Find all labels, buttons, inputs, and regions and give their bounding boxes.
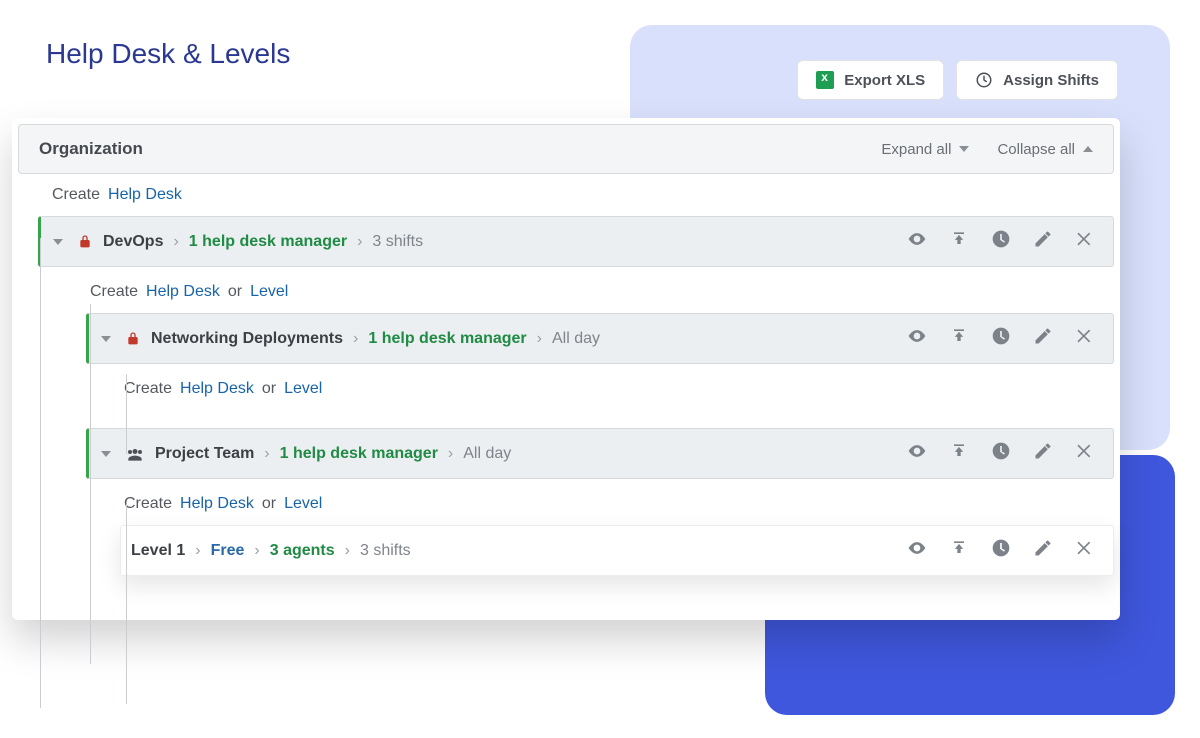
separator: › — [357, 233, 362, 251]
node-name: Level 1 — [131, 542, 185, 560]
organization-title: Organization — [39, 139, 143, 159]
organization-header: Organization Expand all Collapse all — [18, 124, 1114, 174]
separator: › — [173, 233, 178, 251]
visibility-icon[interactable] — [907, 326, 927, 351]
organization-card: Organization Expand all Collapse all Cre… — [12, 118, 1120, 620]
create-level-link[interactable]: Level — [250, 283, 288, 301]
node-networking[interactable]: Networking Deployments › 1 help desk man… — [86, 313, 1114, 364]
separator: › — [264, 445, 269, 463]
xls-icon — [816, 71, 834, 89]
create-or: or — [262, 495, 276, 513]
node-actions — [907, 538, 1095, 563]
page-title: Help Desk & Levels — [46, 38, 290, 70]
edit-icon[interactable] — [1033, 229, 1053, 254]
separator: › — [345, 542, 350, 560]
move-up-icon[interactable] — [949, 229, 969, 254]
visibility-icon[interactable] — [907, 441, 927, 466]
visibility-icon[interactable] — [907, 538, 927, 563]
create-or: or — [262, 380, 276, 398]
node-manager: 1 help desk manager — [189, 233, 347, 251]
clock-icon — [975, 71, 993, 89]
node-status: Free — [211, 542, 245, 560]
separator: › — [448, 445, 453, 463]
separator: › — [195, 542, 200, 560]
node-shifts: 3 shifts — [372, 233, 423, 251]
expand-all-label: Expand all — [881, 141, 951, 158]
export-xls-button[interactable]: Export XLS — [797, 60, 944, 100]
chevron-down-icon — [959, 146, 969, 152]
tree-guide — [40, 238, 41, 708]
export-xls-label: Export XLS — [844, 72, 925, 89]
close-icon[interactable] — [1075, 326, 1095, 351]
create-level-link[interactable]: Level — [284, 380, 322, 398]
visibility-icon[interactable] — [907, 229, 927, 254]
create-help-desk-link[interactable]: Help Desk — [180, 380, 254, 398]
chevron-up-icon — [1083, 146, 1093, 152]
node-actions — [907, 229, 1095, 254]
clock-icon[interactable] — [991, 441, 1011, 466]
create-label: Create — [52, 186, 100, 204]
edit-icon[interactable] — [1033, 441, 1053, 466]
create-help-desk-link[interactable]: Help Desk — [146, 283, 220, 301]
node-name: Networking Deployments — [151, 330, 343, 348]
node-level-1[interactable]: Level 1 › Free › 3 agents › 3 shifts — [120, 525, 1114, 576]
node-devops[interactable]: DevOps › 1 help desk manager › 3 shifts — [38, 216, 1114, 267]
separator: › — [537, 330, 542, 348]
close-icon[interactable] — [1075, 441, 1095, 466]
create-label: Create — [124, 380, 172, 398]
chevron-down-icon[interactable] — [101, 336, 111, 342]
clock-icon[interactable] — [991, 538, 1011, 563]
tree-guide — [126, 374, 127, 454]
lock-icon — [125, 331, 141, 347]
collapse-all-button[interactable]: Collapse all — [997, 141, 1093, 158]
node-actions — [907, 326, 1095, 351]
create-row-root: Create Help Desk — [48, 174, 1114, 216]
node-actions — [907, 441, 1095, 466]
create-row-project-team: Create Help Desk or Level — [120, 483, 1114, 525]
create-level-link[interactable]: Level — [284, 495, 322, 513]
organization-tree: Create Help Desk DevOps › 1 help desk ma… — [18, 174, 1114, 576]
expand-all-button[interactable]: Expand all — [881, 141, 969, 158]
create-label: Create — [124, 495, 172, 513]
edit-icon[interactable] — [1033, 538, 1053, 563]
organization-controls: Expand all Collapse all — [881, 141, 1093, 158]
create-row-networking: Create Help Desk or Level — [120, 368, 1114, 410]
node-shifts: 3 shifts — [360, 542, 411, 560]
separator: › — [353, 330, 358, 348]
clock-icon[interactable] — [991, 326, 1011, 351]
move-up-icon[interactable] — [949, 441, 969, 466]
clock-icon[interactable] — [991, 229, 1011, 254]
node-name: Project Team — [155, 445, 254, 463]
node-shifts: All day — [463, 445, 511, 463]
create-row-devops: Create Help Desk or Level — [86, 271, 1114, 313]
assign-shifts-button[interactable]: Assign Shifts — [956, 60, 1118, 100]
node-manager: 1 help desk manager — [280, 445, 438, 463]
team-icon — [125, 444, 145, 464]
collapse-all-label: Collapse all — [997, 141, 1075, 158]
node-agents: 3 agents — [270, 542, 335, 560]
create-help-desk-link[interactable]: Help Desk — [180, 495, 254, 513]
action-buttons: Export XLS Assign Shifts — [797, 60, 1118, 100]
close-icon[interactable] — [1075, 229, 1095, 254]
chevron-down-icon[interactable] — [101, 451, 111, 457]
node-name: DevOps — [103, 233, 163, 251]
tree-guide — [126, 504, 127, 704]
edit-icon[interactable] — [1033, 326, 1053, 351]
chevron-down-icon[interactable] — [53, 239, 63, 245]
separator: › — [254, 542, 259, 560]
move-up-icon[interactable] — [949, 538, 969, 563]
create-label: Create — [90, 283, 138, 301]
node-manager: 1 help desk manager — [368, 330, 526, 348]
close-icon[interactable] — [1075, 538, 1095, 563]
create-or: or — [228, 283, 242, 301]
assign-shifts-label: Assign Shifts — [1003, 72, 1099, 89]
node-project-team[interactable]: Project Team › 1 help desk manager › All… — [86, 428, 1114, 479]
create-help-desk-link[interactable]: Help Desk — [108, 186, 182, 204]
move-up-icon[interactable] — [949, 326, 969, 351]
lock-icon — [77, 234, 93, 250]
tree-guide — [90, 304, 91, 664]
node-shifts: All day — [552, 330, 600, 348]
